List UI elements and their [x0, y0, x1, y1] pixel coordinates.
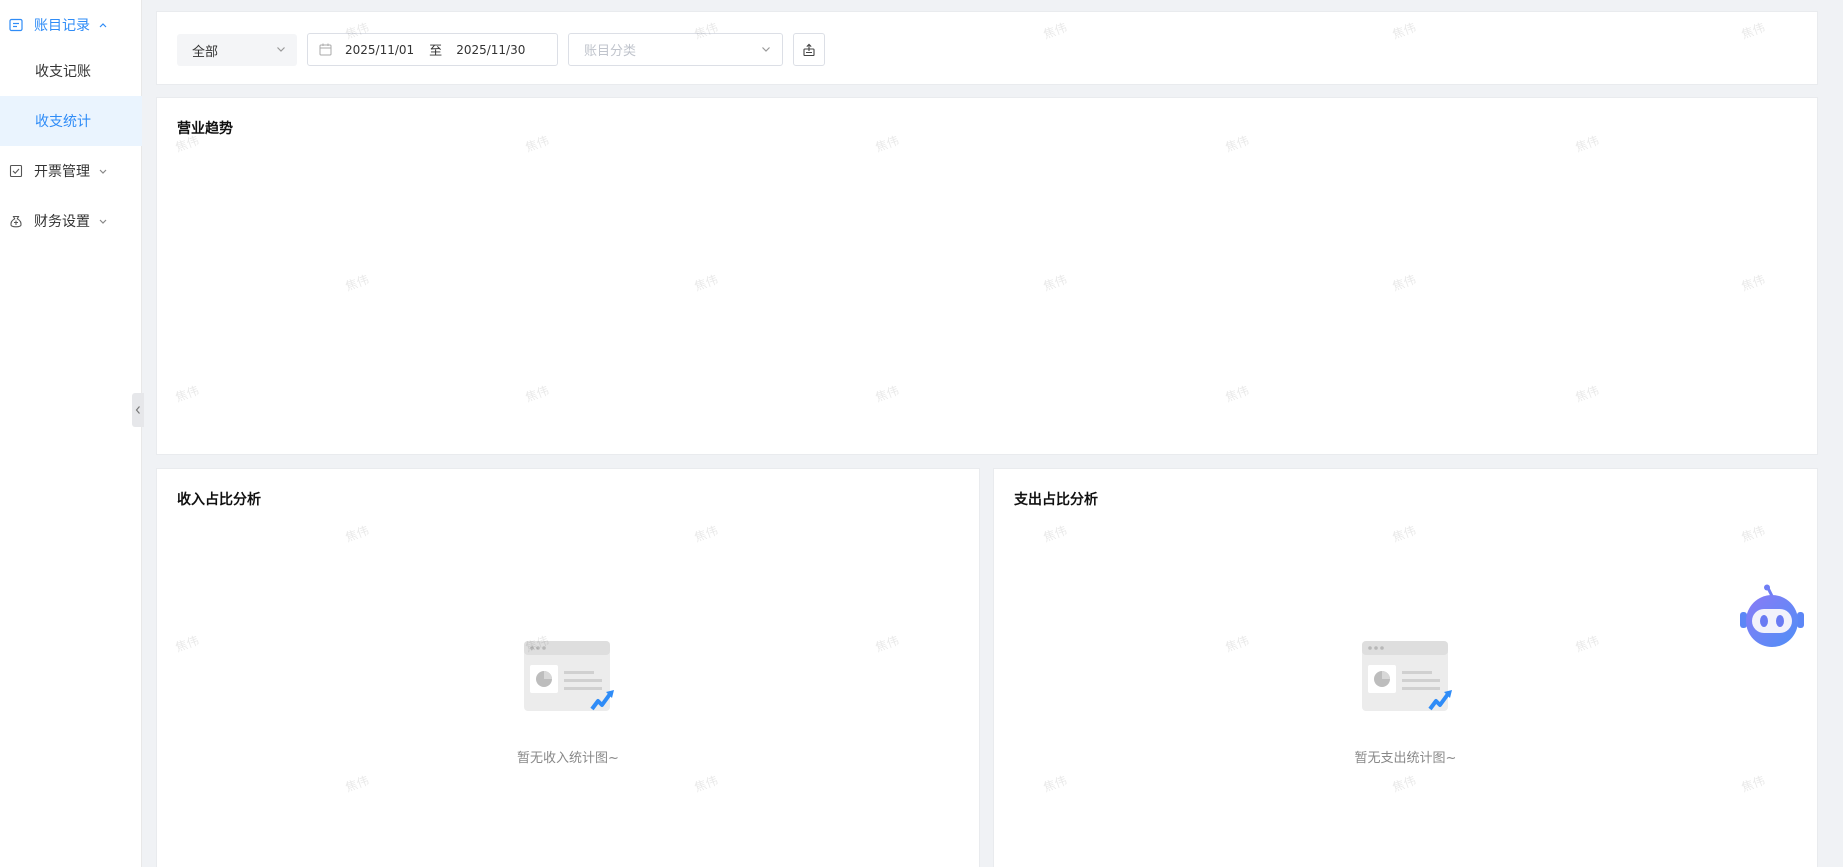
expense-ratio-panel: 支出占比分析 暂无支出统计图~ — [993, 468, 1818, 867]
chevron-down-icon — [275, 43, 287, 59]
panel-title: 营业趋势 — [177, 121, 233, 137]
sidebar-item-invoice-management[interactable]: 开票管理 — [0, 146, 142, 196]
empty-chart-illustration-icon — [1361, 641, 1452, 711]
robot-icon — [1740, 584, 1804, 647]
empty-state-text: 暂无收入统计图~ — [517, 751, 619, 766]
chevron-up-icon — [98, 20, 108, 30]
type-select-value: 全部 — [192, 44, 219, 60]
category-select-placeholder: 账目分类 — [584, 44, 637, 59]
date-end[interactable]: 2025/11/30 — [456, 43, 525, 57]
chevron-down-icon — [760, 43, 772, 59]
sidebar-item-finance-settings[interactable]: 财务设置 — [0, 196, 142, 246]
empty-state: 暂无支出统计图~ — [994, 639, 1817, 766]
empty-chart-illustration-icon — [524, 641, 614, 711]
sidebar-item-label: 开票管理 — [34, 164, 90, 180]
checkbox-icon — [9, 164, 23, 178]
sidebar-item-label: 账目记录 — [34, 18, 90, 34]
sidebar: 账目记录 收支记账 收支统计 开票管理 财务设置 — [0, 0, 142, 867]
sidebar-item-label: 收支记账 — [35, 64, 91, 80]
panel-title: 收入占比分析 — [177, 492, 261, 508]
date-separator: 至 — [429, 44, 443, 59]
ai-assistant-button[interactable] — [1738, 584, 1806, 652]
sidebar-item-income-expense-entry[interactable]: 收支记账 — [0, 46, 142, 96]
sidebar-item-ledger-records[interactable]: 账目记录 — [0, 0, 142, 50]
empty-state-text: 暂无支出统计图~ — [1354, 751, 1457, 766]
moneybag-icon — [9, 214, 23, 228]
category-select[interactable]: 账目分类 — [568, 33, 783, 66]
sidebar-item-label: 财务设置 — [34, 214, 90, 230]
empty-state: 暂无收入统计图~ — [157, 639, 979, 766]
sidebar-item-income-expense-stats[interactable]: 收支统计 — [0, 96, 142, 146]
date-start[interactable]: 2025/11/01 — [345, 43, 414, 57]
ledger-icon — [9, 18, 23, 32]
income-ratio-panel: 收入占比分析 暂无收入统计图~ — [156, 468, 980, 867]
chevron-down-icon — [98, 216, 108, 226]
calendar-icon — [319, 43, 332, 56]
sidebar-item-label: 收支统计 — [35, 114, 91, 130]
chevron-left-icon — [135, 406, 140, 414]
type-select[interactable]: 全部 — [177, 34, 297, 66]
sidebar-collapse-button[interactable] — [132, 393, 144, 427]
export-button[interactable] — [793, 33, 825, 66]
export-icon — [803, 43, 815, 56]
date-range-picker[interactable]: 2025/11/01 至 2025/11/30 — [307, 33, 558, 66]
panel-title: 支出占比分析 — [1014, 492, 1098, 508]
filter-bar: 全部 2025/11/01 至 2025/11/30 账目分类 — [156, 11, 1818, 85]
business-trend-panel: 营业趋势 — [156, 97, 1818, 455]
chevron-down-icon — [98, 166, 108, 176]
